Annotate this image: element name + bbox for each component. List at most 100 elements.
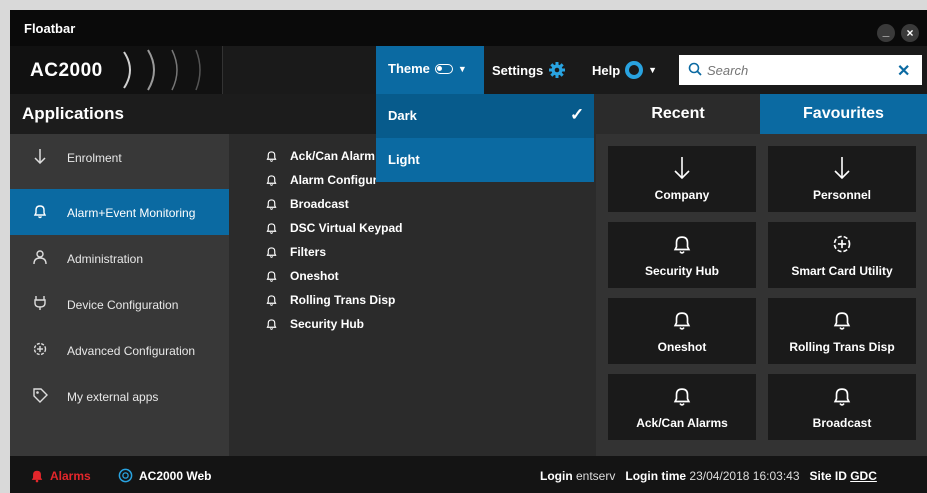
clear-search-icon[interactable]: ✕ — [897, 61, 910, 81]
app-item-label: Alarm Configur — [290, 173, 378, 187]
sidebar-item-label: Enrolment — [67, 151, 122, 165]
tile-oneshot[interactable]: Oneshot — [608, 298, 756, 364]
alarms-button[interactable]: Alarms — [30, 468, 91, 483]
bell-icon — [673, 236, 691, 254]
sidebar-item-device-configuration[interactable]: Device Configuration — [10, 281, 229, 327]
app-item-security-hub[interactable]: Security Hub — [265, 314, 364, 334]
bell-icon — [266, 319, 277, 330]
tile-smart-card-utility[interactable]: Smart Card Utility — [768, 222, 916, 288]
tile-broadcast[interactable]: Broadcast — [768, 374, 916, 440]
login-info: Login entserv Login time 23/04/2018 16:0… — [540, 469, 877, 483]
tab-favourites[interactable]: Favourites — [760, 94, 927, 134]
tile-label: Security Hub — [644, 264, 719, 278]
app-item-rolling-trans-disp[interactable]: Rolling Trans Disp — [265, 290, 395, 310]
bell-icon — [266, 151, 277, 162]
theme-option-light[interactable]: Light — [376, 138, 594, 182]
bell-icon — [673, 312, 691, 330]
bell-icon — [33, 205, 47, 219]
tile-security-hub[interactable]: Security Hub — [608, 222, 756, 288]
gear-plus-icon — [833, 235, 851, 253]
theme-label: Theme — [388, 61, 430, 76]
bell-icon — [266, 247, 277, 258]
app-item-alarm-configuration[interactable]: Alarm Configur — [265, 170, 377, 190]
right-panel-tabs: Recent Favourites — [596, 94, 927, 134]
arrow-down-icon — [674, 157, 690, 180]
login-time-label: Login time — [625, 469, 687, 483]
applications-title: Applications — [22, 104, 125, 123]
sidebar-item-my-external-apps[interactable]: My external apps — [10, 373, 229, 419]
bell-icon — [266, 295, 277, 306]
sidebar-item-label: Device Configuration — [67, 298, 179, 312]
sidebar-item-alarm-event-monitoring[interactable]: Alarm+Event Monitoring — [10, 189, 243, 235]
bell-icon — [266, 271, 277, 282]
alarm-bell-icon — [31, 470, 43, 483]
tile-company[interactable]: Company — [608, 146, 756, 212]
bell-icon — [673, 388, 691, 406]
theme-option-dark[interactable]: Dark ✓ — [376, 94, 594, 138]
app-item-label: Rolling Trans Disp — [290, 293, 396, 307]
site-id-link[interactable]: GDC — [850, 469, 877, 483]
theme-menu-button[interactable]: Theme ▼ — [376, 46, 484, 94]
toggle-icon — [434, 63, 453, 74]
search-box: ✕ — [679, 55, 922, 85]
check-icon: ✓ — [570, 105, 585, 124]
tile-label: Ack/Can Alarms — [636, 416, 728, 430]
favourites-grid: Company Personnel Security Hub Smart Car… — [596, 134, 927, 456]
user-icon — [33, 250, 47, 265]
alarms-label: Alarms — [50, 468, 91, 483]
tile-rolling-trans-disp[interactable]: Rolling Trans Disp — [768, 298, 916, 364]
tile-label: Oneshot — [657, 340, 707, 354]
header-bar: AC2000 Theme ▼ Settings Help ▼ Search ✕ — [10, 46, 927, 94]
close-button[interactable]: × — [901, 24, 919, 42]
app-item-label: DSC Virtual Keypad — [290, 221, 403, 235]
tile-label: Personnel — [812, 188, 872, 202]
help-label: Help — [592, 62, 621, 78]
bell-icon — [833, 312, 851, 330]
plug-icon — [34, 296, 46, 310]
tab-recent[interactable]: Recent — [596, 94, 760, 134]
login-time: 23/04/2018 16:03:43 — [689, 469, 800, 483]
theme-option-label: Dark — [388, 108, 417, 123]
ac2000-web-link[interactable]: AC2000 Web — [118, 468, 211, 483]
caret-down-icon: ▼ — [457, 63, 467, 74]
sidebar-item-label: My external apps — [67, 390, 159, 404]
tile-label: Smart Card Utility — [791, 264, 893, 278]
sidebar-item-label: Alarm+Event Monitoring — [67, 206, 196, 220]
arrow-down-icon — [834, 157, 850, 180]
sidebar-item-administration[interactable]: Administration — [10, 235, 229, 281]
app-item-label: Filters — [290, 245, 327, 259]
title-bar: Floatbar _ × — [10, 10, 927, 46]
tile-label: Broadcast — [812, 416, 872, 430]
sidebar-item-enrolment[interactable]: Enrolment — [10, 134, 229, 180]
brand-name: AC2000 — [30, 60, 103, 81]
theme-option-label: Light — [388, 152, 420, 167]
help-menu-button[interactable]: Help ▼ — [584, 46, 676, 94]
settings-menu-button[interactable]: Settings — [484, 46, 584, 94]
gear-icon — [549, 62, 566, 78]
sidebar-item-label: Advanced Configuration — [67, 344, 196, 358]
minimize-button[interactable]: _ — [877, 24, 895, 42]
sidebar-item-advanced-configuration[interactable]: Advanced Configuration — [10, 327, 229, 373]
settings-label: Settings — [492, 62, 544, 78]
gear-plus-icon — [33, 342, 47, 356]
app-item-ack-can-alarm[interactable]: Ack/Can Alarm — [265, 146, 375, 166]
app-item-label: Security Hub — [290, 317, 365, 331]
app-item-dsc-virtual-keypad[interactable]: DSC Virtual Keypad — [265, 218, 402, 238]
status-bar: Alarms AC2000 Web Login entserv Login ti… — [10, 456, 927, 493]
site-id-label: Site ID — [809, 469, 847, 483]
sidebar-item-label: Administration — [67, 252, 144, 266]
application-list: Ack/Can Alarm Alarm Configur Broadcast D… — [229, 134, 585, 456]
tile-personnel[interactable]: Personnel — [768, 146, 916, 212]
app-item-filters[interactable]: Filters — [265, 242, 326, 262]
search-input[interactable] — [707, 60, 887, 80]
app-item-broadcast[interactable]: Broadcast — [265, 194, 349, 214]
window-title: Floatbar — [24, 21, 76, 36]
bell-icon — [833, 388, 851, 406]
tile-ack-can-alarms[interactable]: Ack/Can Alarms — [608, 374, 756, 440]
app-item-oneshot[interactable]: Oneshot — [265, 266, 339, 286]
bell-icon — [266, 175, 277, 186]
web-label: AC2000 Web — [139, 468, 212, 483]
tag-icon — [33, 388, 48, 403]
login-label: Login — [540, 469, 573, 483]
brand-logo: AC2000 — [10, 46, 223, 94]
